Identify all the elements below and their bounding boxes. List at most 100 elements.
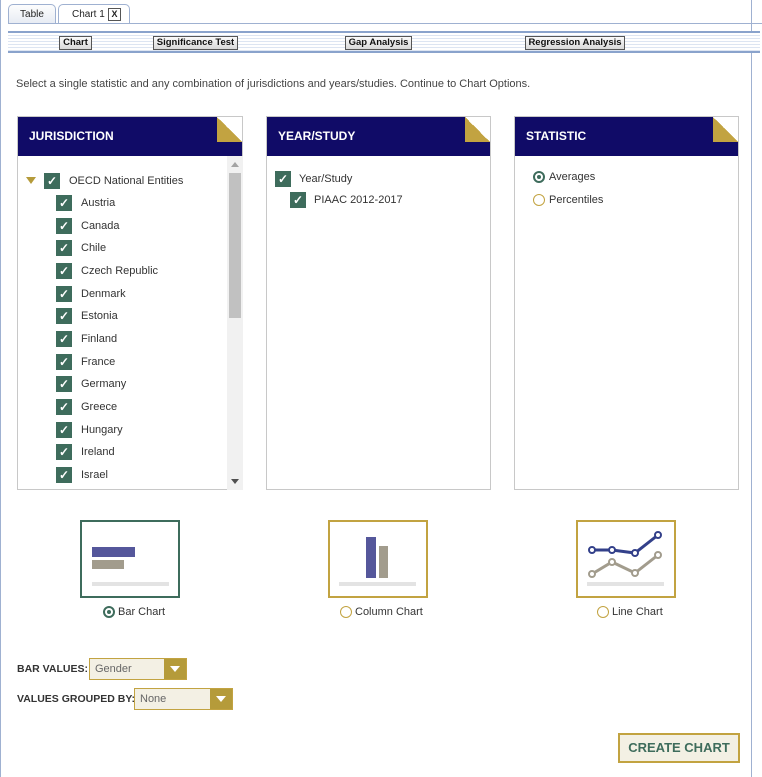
- list-item-label: Germany: [81, 378, 127, 390]
- list-item-label: Canada: [81, 220, 120, 232]
- checkbox-icon[interactable]: ✓: [56, 308, 72, 324]
- jurisdiction-panel: JURISDICTION ✓ OECD National Entities ✓ Au…: [17, 116, 243, 490]
- chevron-down-icon[interactable]: [164, 659, 186, 679]
- radio-icon[interactable]: [340, 606, 352, 619]
- checkbox-icon[interactable]: ✓: [56, 444, 72, 460]
- significance-test-button[interactable]: Significance Test: [153, 36, 238, 50]
- list-item-label: Estonia: [81, 310, 118, 322]
- yearstudy-item[interactable]: ✓ PIAAC 2012-2017: [290, 192, 403, 208]
- statistic-option-averages[interactable]: Averages: [533, 171, 596, 184]
- list-item[interactable]: ✓ Israel: [56, 467, 108, 483]
- close-icon[interactable]: X: [108, 8, 121, 21]
- list-item[interactable]: ✓ Canada: [56, 218, 120, 234]
- jurisdiction-header: JURISDICTION: [18, 117, 242, 156]
- list-item-label: France: [81, 356, 116, 368]
- list-item[interactable]: ✓ Denmark: [56, 286, 126, 302]
- radio-icon[interactable]: [533, 194, 545, 207]
- tab-table[interactable]: Table: [8, 4, 56, 24]
- list-item[interactable]: ✓ Chile: [56, 240, 106, 256]
- checkbox-icon[interactable]: ✓: [275, 171, 291, 187]
- list-item[interactable]: ✓ Ireland: [56, 444, 115, 460]
- yearstudy-title: YEAR/STUDY: [278, 129, 356, 143]
- radio-selected-icon[interactable]: [533, 171, 545, 184]
- list-item-label: Finland: [81, 333, 118, 345]
- chart-button[interactable]: Chart: [59, 36, 92, 50]
- checkbox-icon[interactable]: ✓: [56, 195, 72, 211]
- checkbox-icon[interactable]: ✓: [56, 286, 72, 302]
- values-grouped-value: None: [140, 693, 167, 705]
- scrollbar[interactable]: [227, 156, 243, 490]
- regression-analysis-button[interactable]: Regression Analysis: [525, 36, 625, 50]
- gap-analysis-button[interactable]: Gap Analysis: [345, 36, 412, 50]
- yearstudy-panel: YEAR/STUDY ✓ Year/Study ✓ PIAAC 2012-2017: [266, 116, 491, 490]
- column-chart-tile[interactable]: [328, 520, 428, 598]
- yearstudy-group-label: Year/Study: [299, 173, 353, 185]
- bar-chart-icon: [92, 547, 169, 586]
- list-item-label: Hungary: [81, 424, 123, 436]
- column-chart-label: Column Chart: [355, 606, 423, 618]
- checkbox-icon[interactable]: ✓: [56, 218, 72, 234]
- chevron-down-icon[interactable]: [210, 689, 232, 709]
- list-item[interactable]: ✓ Greece: [56, 399, 117, 415]
- checkbox-icon[interactable]: ✓: [56, 399, 72, 415]
- scroll-up-icon[interactable]: [231, 162, 239, 167]
- statistic-panel: STATISTIC Averages Percentiles: [514, 116, 739, 490]
- checkbox-icon[interactable]: ✓: [56, 240, 72, 256]
- radio-icon[interactable]: [597, 606, 609, 619]
- yearstudy-item-label: PIAAC 2012-2017: [314, 194, 403, 206]
- checkbox-icon[interactable]: ✓: [290, 192, 306, 208]
- checkbox-icon[interactable]: ✓: [56, 467, 72, 483]
- statistic-option-percentiles[interactable]: Percentiles: [533, 194, 604, 207]
- statistic-header: STATISTIC: [515, 117, 738, 156]
- line-chart-label: Line Chart: [612, 606, 663, 618]
- bar-chart-option[interactable]: Bar Chart: [103, 606, 165, 619]
- create-chart-button[interactable]: CREATE CHART: [618, 733, 740, 763]
- statistic-title: STATISTIC: [526, 129, 587, 143]
- list-item[interactable]: ✓ Hungary: [56, 422, 123, 438]
- list-item-label: Israel: [81, 469, 108, 481]
- expand-triangle-icon[interactable]: [26, 177, 36, 184]
- bar-chart-tile[interactable]: [80, 520, 180, 598]
- list-item[interactable]: ✓ Austria: [56, 195, 115, 211]
- scrollbar-thumb[interactable]: [229, 173, 241, 318]
- tab-divider: [8, 23, 762, 24]
- column-chart-option[interactable]: Column Chart: [340, 606, 423, 619]
- bar-values-select[interactable]: Gender: [89, 658, 187, 680]
- line-chart-icon: [587, 531, 664, 586]
- list-item-label: Austria: [81, 197, 116, 209]
- toolbar: Chart Significance Test Gap Analysis Reg…: [8, 31, 760, 53]
- jurisdiction-group-label: OECD National Entities: [69, 175, 184, 187]
- checkbox-icon[interactable]: ✓: [44, 173, 60, 189]
- list-item-label: Ireland: [81, 446, 115, 458]
- scroll-down-icon[interactable]: [231, 479, 239, 484]
- jurisdiction-group[interactable]: ✓ OECD National Entities: [18, 173, 183, 189]
- jurisdiction-title: JURISDICTION: [29, 129, 114, 143]
- list-item[interactable]: ✓ Germany: [56, 376, 126, 392]
- list-item-label: Denmark: [81, 288, 126, 300]
- values-grouped-select[interactable]: None: [134, 688, 233, 710]
- list-item[interactable]: ✓ Finland: [56, 331, 117, 347]
- checkbox-icon[interactable]: ✓: [56, 263, 72, 279]
- corner-fold-icon: [217, 117, 242, 142]
- corner-fold-icon: [713, 117, 738, 142]
- checkbox-icon[interactable]: ✓: [56, 376, 72, 392]
- statistic-option-label: Averages: [549, 171, 596, 184]
- yearstudy-header: YEAR/STUDY: [267, 117, 490, 156]
- tab-chart-1[interactable]: Chart 1 X: [58, 4, 130, 24]
- list-item[interactable]: ✓ Estonia: [56, 308, 118, 324]
- corner-fold-icon: [465, 117, 490, 142]
- statistic-option-label: Percentiles: [549, 194, 604, 207]
- checkbox-icon[interactable]: ✓: [56, 422, 72, 438]
- values-grouped-label: VALUES GROUPED BY:: [17, 693, 136, 705]
- list-item[interactable]: ✓ Czech Republic: [56, 263, 158, 279]
- line-chart-option[interactable]: Line Chart: [597, 606, 663, 619]
- checkbox-icon[interactable]: ✓: [56, 354, 72, 370]
- instructions-text: Select a single statistic and any combin…: [16, 78, 531, 90]
- radio-selected-icon[interactable]: [103, 606, 115, 619]
- line-chart-tile[interactable]: [576, 520, 676, 598]
- list-item[interactable]: ✓ France: [56, 354, 115, 370]
- list-item-label: Chile: [81, 242, 107, 254]
- yearstudy-group[interactable]: ✓ Year/Study: [275, 171, 352, 187]
- list-item-label: Greece: [81, 401, 118, 413]
- checkbox-icon[interactable]: ✓: [56, 331, 72, 347]
